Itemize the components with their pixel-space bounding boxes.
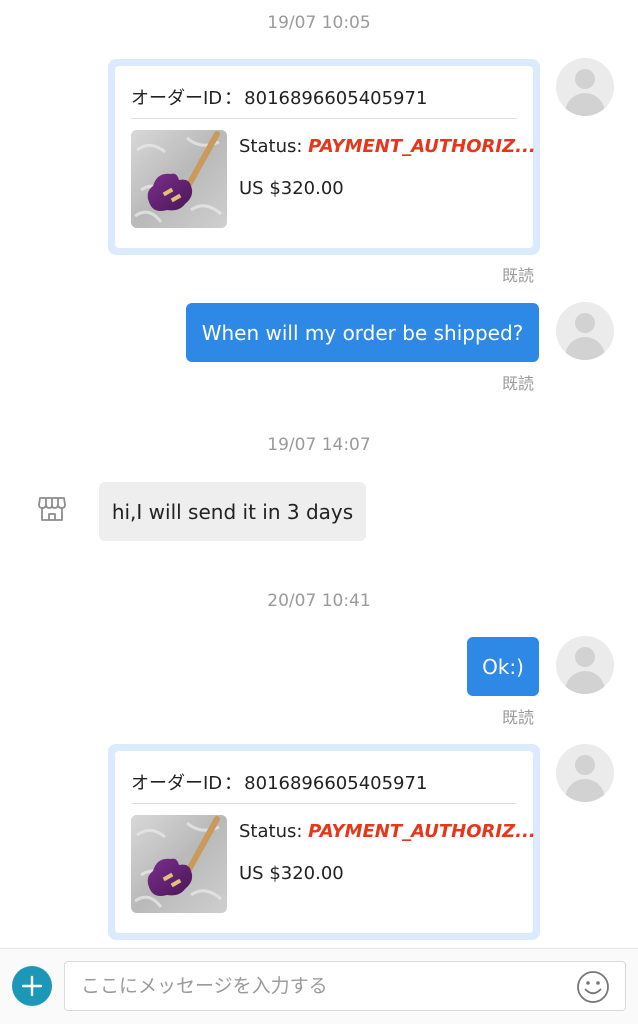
timestamp: 19/07 14:07 xyxy=(267,435,371,455)
status-value: PAYMENT_AUTHORIZ... xyxy=(308,136,536,157)
timestamp: 20/07 10:41 xyxy=(267,591,371,611)
store-icon[interactable] xyxy=(38,496,66,522)
user-avatar[interactable] xyxy=(556,58,614,116)
order-id: オーダーID： 8016896605405971 xyxy=(131,84,517,110)
read-receipt: 既読 xyxy=(502,708,535,727)
incoming-message[interactable]: hi,I will send it in 3 days xyxy=(99,482,366,541)
user-avatar[interactable] xyxy=(556,744,614,802)
order-id-value: 8016896605405971 xyxy=(244,88,428,109)
order-price: US $320.00 xyxy=(239,863,344,884)
outgoing-message[interactable]: When will my order be shipped? xyxy=(186,303,539,362)
order-status: Status: PAYMENT_AUTHORIZ... xyxy=(239,821,536,842)
order-divider xyxy=(131,118,517,119)
read-receipt: 既読 xyxy=(502,266,535,285)
status-label: Status: xyxy=(239,821,309,842)
order-id-separator: ： xyxy=(224,773,243,794)
read-receipt: 既読 xyxy=(502,374,535,393)
outgoing-message[interactable]: Ok:) xyxy=(467,637,539,696)
order-id: オーダーID： 8016896605405971 xyxy=(131,769,517,795)
order-card-content: オーダーID： 8016896605405971 Status: PAYMENT_… xyxy=(115,751,536,933)
status-label: Status: xyxy=(239,136,309,157)
order-id-value: 8016896605405971 xyxy=(244,773,428,794)
order-id-separator: ： xyxy=(224,88,243,109)
order-card[interactable]: オーダーID： 8016896605405971 Status: PAYMENT_… xyxy=(108,59,540,255)
user-avatar[interactable] xyxy=(556,302,614,360)
order-divider xyxy=(131,803,517,804)
order-id-label: オーダーID xyxy=(131,773,223,794)
chat-history[interactable]: 19/07 10:05 オーダーID： 8016896605405971 Stat… xyxy=(0,0,638,948)
add-attachment-button[interactable] xyxy=(12,966,52,1006)
timestamp: 19/07 10:05 xyxy=(267,13,371,33)
message-input-bar xyxy=(0,948,638,1024)
message-text: hi,I will send it in 3 days xyxy=(111,499,354,524)
message-text: Ok:) xyxy=(482,654,524,679)
order-price: US $320.00 xyxy=(239,178,344,199)
order-card[interactable]: オーダーID： 8016896605405971 Status: PAYMENT_… xyxy=(108,744,540,940)
status-value: PAYMENT_AUTHORIZ... xyxy=(308,821,536,842)
plus-icon xyxy=(21,975,43,997)
order-card-content: オーダーID： 8016896605405971 Status: PAYMENT_… xyxy=(115,66,536,248)
order-id-label: オーダーID xyxy=(131,88,223,109)
user-avatar[interactable] xyxy=(556,636,614,694)
product-thumbnail[interactable] xyxy=(131,130,227,228)
order-status: Status: PAYMENT_AUTHORIZ... xyxy=(239,136,536,157)
message-input[interactable] xyxy=(64,961,626,1011)
product-thumbnail[interactable] xyxy=(131,815,227,913)
message-text: When will my order be shipped? xyxy=(201,320,524,345)
smiley-icon[interactable] xyxy=(576,970,610,1004)
